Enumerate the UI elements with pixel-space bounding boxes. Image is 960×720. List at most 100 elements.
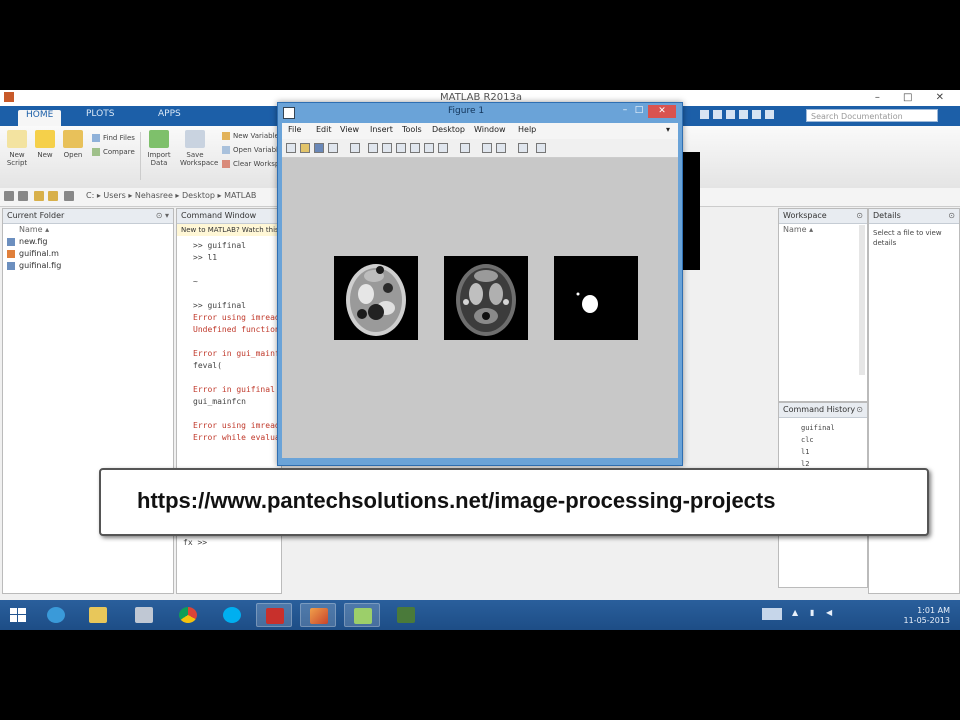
brush-icon[interactable] — [438, 143, 448, 153]
taskbar-notes[interactable] — [344, 603, 380, 627]
new-figure-icon[interactable] — [286, 143, 296, 153]
menu-help[interactable]: Help — [518, 125, 536, 134]
start-button[interactable] — [0, 603, 36, 627]
taskbar-folder[interactable] — [126, 603, 162, 627]
folder-path[interactable]: C: ▸ Users ▸ Nehasree ▸ Desktop ▸ MATLAB — [86, 191, 256, 200]
open-file-icon[interactable] — [300, 143, 310, 153]
new-to-matlab-notice[interactable]: New to MATLAB? Watch this Video — [177, 224, 281, 236]
pan-icon[interactable] — [396, 143, 406, 153]
taskbar-file-explorer[interactable] — [80, 603, 116, 627]
list-item[interactable]: guifinal.fig — [3, 260, 173, 272]
network-icon[interactable]: ▮ — [810, 608, 814, 617]
menu-window[interactable]: Window — [474, 125, 506, 134]
brain-mri-original — [346, 264, 406, 336]
colorbar-icon[interactable] — [482, 143, 492, 153]
taskbar-chrome[interactable] — [170, 603, 206, 627]
tab-plots[interactable]: PLOTS — [78, 109, 122, 123]
open-variable-button[interactable]: Open Variable — [222, 146, 282, 154]
taskbar-media[interactable] — [388, 603, 424, 627]
command-prompt[interactable]: fx >> — [183, 537, 207, 549]
save-figure-icon[interactable] — [314, 143, 324, 153]
command-history-item[interactable]: clc — [801, 434, 867, 446]
undo-icon[interactable] — [752, 110, 761, 119]
menu-arrow-icon[interactable]: ▾ — [666, 125, 670, 134]
command-line: feval( — [193, 361, 222, 370]
open-button[interactable]: Open — [58, 130, 88, 159]
new-script-button[interactable]: New Script — [2, 130, 32, 167]
figure-title-bar[interactable]: Figure 1 – □ ✕ — [278, 103, 682, 121]
menu-edit[interactable]: Edit — [316, 125, 332, 134]
figure-canvas — [282, 158, 678, 458]
banner-url-text[interactable]: https://www.pantechsolutions.net/image-p… — [137, 488, 775, 514]
import-data-button[interactable]: Import Data — [144, 130, 174, 167]
save-workspace-button[interactable]: Save Workspace — [180, 130, 218, 167]
panel-options-icon[interactable]: ⊙ ▾ — [156, 209, 169, 223]
save-icon[interactable] — [700, 110, 709, 119]
clock-date: 11-05-2013 — [903, 616, 951, 625]
data-cursor-icon[interactable] — [424, 143, 434, 153]
new-button[interactable]: New — [30, 130, 60, 159]
clear-workspace-icon — [222, 160, 230, 168]
panel-options-icon[interactable]: ⊙ — [948, 209, 955, 223]
workspace-scrollbar[interactable] — [859, 225, 865, 375]
menu-view[interactable]: View — [340, 125, 359, 134]
command-history-item[interactable]: guifinal — [801, 422, 867, 434]
refresh-icon[interactable] — [64, 191, 74, 201]
volume-icon[interactable]: ◀ — [826, 608, 832, 617]
workspace-column-header[interactable]: Name ▴ — [779, 224, 867, 236]
compare-button[interactable]: Compare — [92, 148, 135, 156]
redo-icon[interactable] — [765, 110, 774, 119]
command-history-item[interactable]: l1 — [801, 446, 867, 458]
minimize-button[interactable]: – — [618, 105, 632, 117]
cut-icon[interactable] — [713, 110, 722, 119]
menu-file[interactable]: File — [288, 125, 301, 134]
new-variable-button[interactable]: New Variable — [222, 132, 279, 140]
keyboard-icon[interactable] — [762, 608, 782, 620]
menu-desktop[interactable]: Desktop — [432, 125, 465, 134]
print-icon[interactable] — [328, 143, 338, 153]
maximize-button[interactable]: □ — [632, 105, 646, 117]
taskbar-skype[interactable] — [214, 603, 250, 627]
command-window-panel[interactable]: Command Window New to MATLAB? Watch this… — [176, 208, 299, 594]
command-line — [193, 288, 281, 300]
show-plot-tools-icon[interactable] — [536, 143, 546, 153]
taskbar-matlab[interactable] — [300, 603, 336, 627]
copy-icon[interactable] — [726, 110, 735, 119]
up-folder-icon[interactable] — [34, 191, 44, 201]
zoom-out-icon[interactable] — [382, 143, 392, 153]
menu-insert[interactable]: Insert — [370, 125, 393, 134]
taskbar-internet-explorer[interactable] — [38, 603, 74, 627]
fig-file-icon — [7, 262, 15, 270]
window-controls[interactable]: – □ ✕ — [875, 92, 954, 103]
clock-time: 1:01 AM — [917, 606, 950, 615]
tray-arrow-icon[interactable]: ▲ — [792, 608, 798, 617]
close-button[interactable]: ✕ — [648, 105, 676, 118]
folder-column-header[interactable]: Name ▴ — [3, 224, 173, 236]
search-documentation-input[interactable]: Search Documentation — [806, 109, 938, 122]
tab-home[interactable]: HOME — [18, 110, 62, 126]
link-icon[interactable] — [460, 143, 470, 153]
zoom-in-icon[interactable] — [368, 143, 378, 153]
browse-folder-icon[interactable] — [48, 191, 58, 201]
menu-tools[interactable]: Tools — [402, 125, 422, 134]
panel-options-icon[interactable]: ⊙ — [856, 209, 863, 223]
tab-apps[interactable]: APPS — [150, 109, 189, 123]
open-label: Open — [63, 151, 83, 159]
paste-icon[interactable] — [739, 110, 748, 119]
taskbar-acrobat[interactable] — [256, 603, 292, 627]
hide-plot-tools-icon[interactable] — [518, 143, 528, 153]
save-workspace-icon — [185, 130, 205, 148]
command-line: Error while evaluating — [193, 433, 299, 442]
find-files-button[interactable]: Find Files — [92, 134, 135, 142]
back-icon[interactable] — [4, 191, 14, 201]
list-item[interactable]: new.fig — [3, 236, 173, 248]
list-item[interactable]: guifinal.m — [3, 248, 173, 260]
taskbar-clock[interactable]: 1:01 AM 11-05-2013 — [904, 606, 951, 626]
forward-icon[interactable] — [18, 191, 28, 201]
url-banner[interactable]: https://www.pantechsolutions.net/image-p… — [99, 468, 929, 536]
edit-plot-icon[interactable] — [350, 143, 360, 153]
import-data-icon — [149, 130, 169, 148]
panel-options-icon[interactable]: ⊙ — [856, 403, 863, 417]
rotate-icon[interactable] — [410, 143, 420, 153]
legend-icon[interactable] — [496, 143, 506, 153]
